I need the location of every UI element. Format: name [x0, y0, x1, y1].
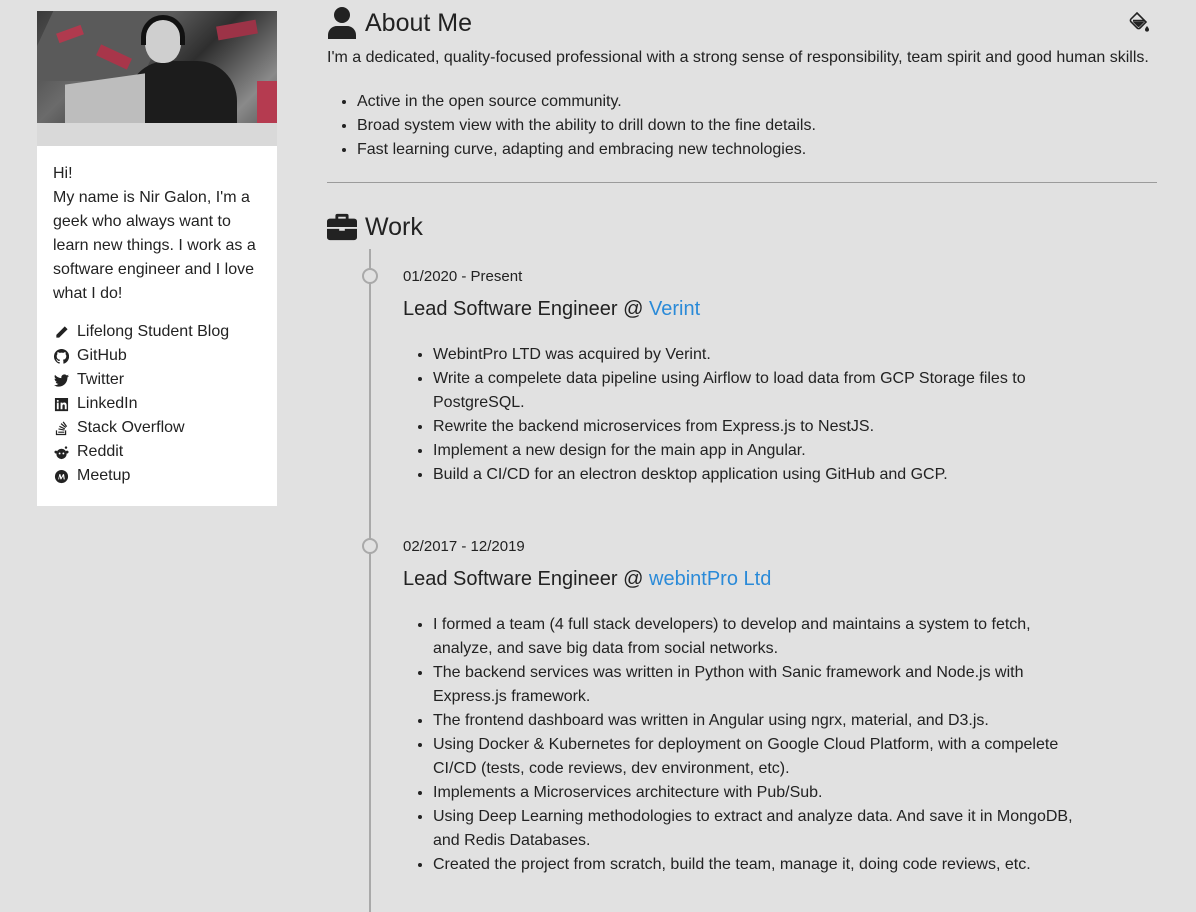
link-meetup-label: Meetup — [77, 467, 131, 484]
profile-bio: Hi! My name is Nir Galon, I'm a geek who… — [37, 146, 277, 306]
social-links: Lifelong Student Blog GitHub Twitter Lin… — [37, 306, 277, 488]
link-stackoverflow-label: Stack Overflow — [77, 419, 185, 436]
work-header: Work — [327, 210, 423, 244]
timeline-dot — [362, 268, 378, 284]
job-entry: 01/2020 - Present Lead Software Engineer… — [403, 267, 1083, 487]
link-twitter-label: Twitter — [77, 371, 125, 388]
briefcase-icon — [327, 210, 357, 244]
company-link[interactable]: Verint — [649, 298, 700, 320]
job-point: The backend services was written in Pyth… — [433, 661, 1083, 709]
job-point: The frontend dashboard was written in An… — [433, 709, 1083, 733]
about-point: Active in the open source community. — [357, 90, 816, 114]
job-point: Implements a Microservices architecture … — [433, 781, 1083, 805]
twitter-icon — [53, 372, 69, 388]
job-title: Lead Software Engineer @ Verint — [403, 295, 1083, 323]
timeline-dot — [362, 538, 378, 554]
link-blog-label: Lifelong Student Blog — [77, 323, 230, 340]
about-point: Fast learning curve, adapting and embrac… — [357, 138, 816, 162]
meetup-icon — [53, 468, 69, 484]
job-point: Build a CI/CD for an electron desktop ap… — [433, 463, 1083, 487]
about-point: Broad system view with the ability to dr… — [357, 114, 816, 138]
job-point: Using Deep Learning methodologies to ext… — [433, 805, 1083, 853]
pencil-icon — [53, 324, 69, 340]
job-point: Using Docker & Kubernetes for deployment… — [433, 733, 1083, 781]
about-intro: I'm a dedicated, quality-focused profess… — [327, 49, 1149, 66]
profile-sidebar: Hi! My name is Nir Galon, I'm a geek who… — [37, 11, 277, 506]
job-date: 01/2020 - Present — [403, 268, 523, 285]
job-role: Lead Software Engineer @ — [403, 298, 650, 320]
link-stackoverflow[interactable]: Stack Overflow — [53, 416, 261, 440]
job-point: Implement a new design for the main app … — [433, 439, 1083, 463]
reddit-icon — [53, 444, 69, 460]
job-role: Lead Software Engineer @ — [403, 568, 650, 590]
link-linkedin-label: LinkedIn — [77, 395, 138, 412]
job-point: I formed a team (4 full stack developers… — [433, 613, 1083, 661]
page: Hi! My name is Nir Galon, I'm a geek who… — [0, 0, 1196, 912]
github-icon — [53, 348, 69, 364]
paint-bucket-icon[interactable] — [1128, 11, 1150, 34]
bio-text: My name is Nir Galon, I'm a geek who alw… — [53, 189, 256, 302]
profile-photo — [37, 11, 277, 146]
job-entry: 02/2017 - 12/2019 Lead Software Engineer… — [403, 537, 1083, 877]
linkedin-icon — [53, 396, 69, 412]
job-points: WebintPro LTD was acquired by Verint. Wr… — [403, 343, 1083, 487]
link-meetup[interactable]: Meetup — [53, 464, 261, 488]
link-blog[interactable]: Lifelong Student Blog — [53, 320, 261, 344]
job-title: Lead Software Engineer @ webintPro Ltd — [403, 565, 1083, 593]
link-github-label: GitHub — [77, 347, 127, 364]
link-twitter[interactable]: Twitter — [53, 368, 261, 392]
about-heading: About Me — [365, 8, 473, 37]
link-github[interactable]: GitHub — [53, 344, 261, 368]
link-reddit-label: Reddit — [77, 443, 124, 460]
section-divider — [327, 182, 1157, 183]
timeline-line — [369, 249, 371, 912]
job-date: 02/2017 - 12/2019 — [403, 538, 525, 555]
job-points: I formed a team (4 full stack developers… — [403, 613, 1083, 877]
user-icon — [327, 6, 357, 40]
about-header: About Me — [327, 6, 472, 40]
job-point: Write a compelete data pipeline using Ai… — [433, 367, 1083, 415]
about-points: Active in the open source community. Bro… — [357, 90, 816, 162]
job-point: WebintPro LTD was acquired by Verint. — [433, 343, 1083, 367]
bio-greeting: Hi! — [53, 165, 73, 182]
link-linkedin[interactable]: LinkedIn — [53, 392, 261, 416]
link-reddit[interactable]: Reddit — [53, 440, 261, 464]
stackoverflow-icon — [53, 420, 69, 436]
job-point: Created the project from scratch, build … — [433, 853, 1083, 877]
work-heading: Work — [365, 212, 423, 241]
company-link[interactable]: webintPro Ltd — [649, 568, 771, 590]
job-point: Rewrite the backend microservices from E… — [433, 415, 1083, 439]
